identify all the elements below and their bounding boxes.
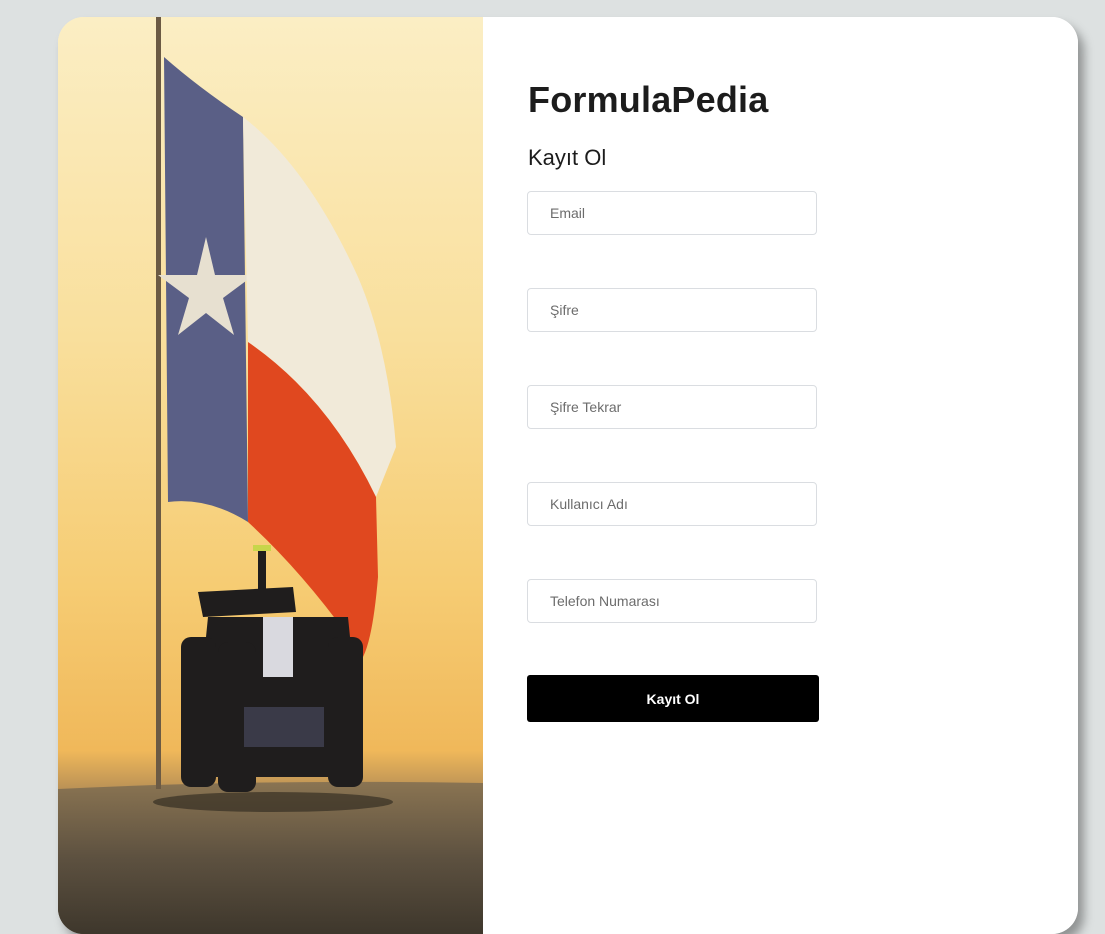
hero-illustration [58,17,483,934]
username-field[interactable] [527,482,817,526]
form-heading: Kayıt Ol [528,145,607,170]
brand-title: FormulaPedia [528,79,769,120]
password-repeat-field[interactable] [527,385,817,429]
register-form-panel: FormulaPedia Kayıt Ol Kayıt Ol [483,17,1078,934]
register-card: FormulaPedia Kayıt Ol Kayıt Ol [58,17,1078,934]
email-field[interactable] [527,191,817,235]
phone-field[interactable] [527,579,817,623]
password-field[interactable] [527,288,817,332]
register-submit-button[interactable]: Kayıt Ol [527,675,819,722]
hero-image [58,17,483,934]
